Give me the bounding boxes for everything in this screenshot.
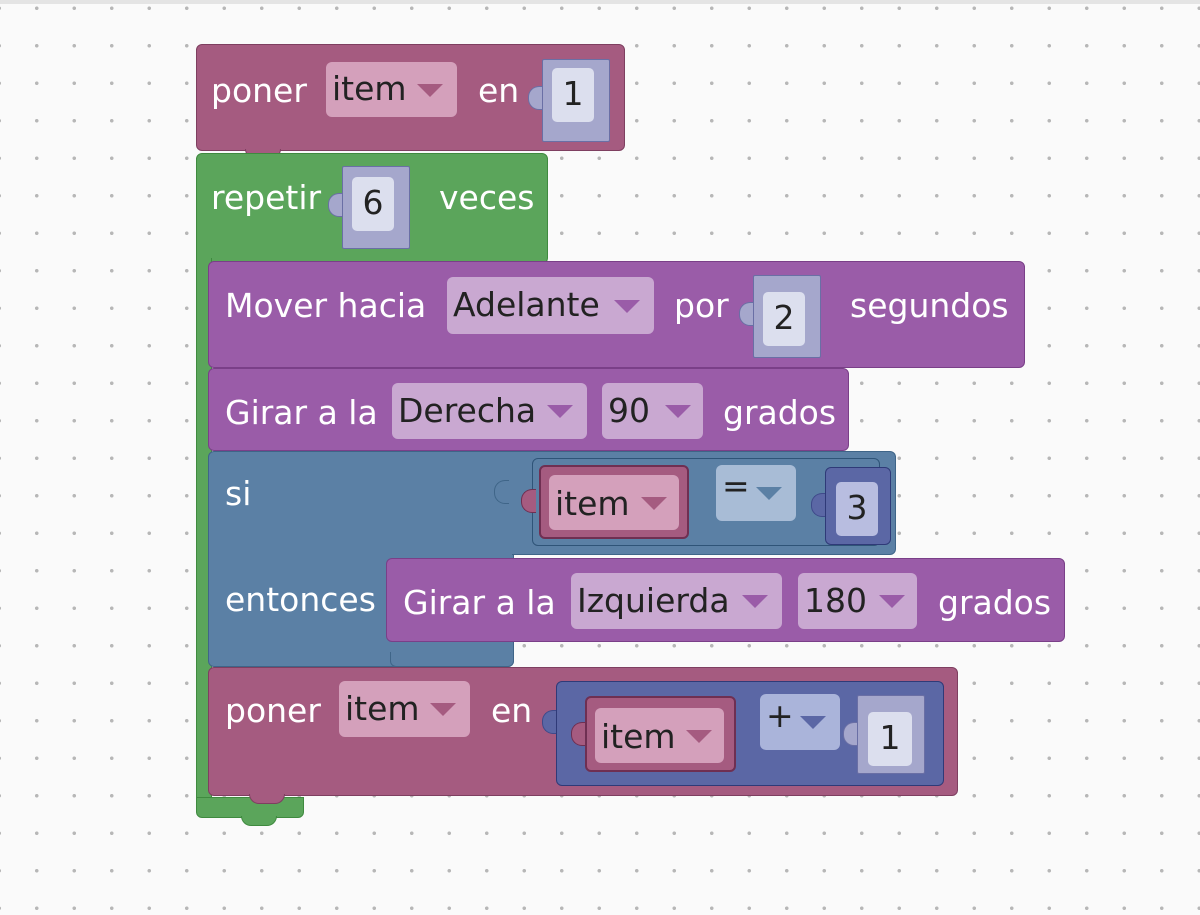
input-connector	[571, 722, 586, 746]
repeat-block-header[interactable]: repetir 6 veces	[196, 153, 548, 264]
variable-name: item	[345, 689, 420, 728]
block-keyword: Girar a la	[403, 583, 556, 622]
variable-get-block[interactable]: item	[539, 465, 689, 539]
block-keyword: veces	[439, 178, 535, 217]
input-connector	[528, 86, 543, 110]
number-socket: 6	[342, 166, 410, 249]
number-field[interactable]: 3	[836, 482, 878, 536]
if-block-lower-lip	[390, 652, 514, 667]
chevron-down-icon	[547, 405, 573, 418]
input-connector	[739, 302, 754, 326]
chevron-down-icon	[800, 716, 826, 729]
input-connector	[542, 710, 557, 734]
turn-block[interactable]: Girar a la Derecha 90 grados	[208, 368, 849, 451]
number-block[interactable]: 3	[825, 467, 891, 545]
block-keyword: si	[225, 474, 252, 513]
number-socket: 1	[857, 695, 925, 774]
repeat-block-footer	[196, 797, 304, 826]
block-keyword: poner	[211, 71, 307, 110]
turn-direction-dropdown[interactable]: Derecha	[392, 383, 587, 439]
block-next-connection	[241, 816, 277, 826]
move-block[interactable]: Mover hacia Adelante por 2 segundos	[208, 261, 1025, 368]
chevron-down-icon	[641, 496, 667, 510]
workspace-top-border	[0, 0, 1200, 4]
variable-dropdown[interactable]: item	[326, 62, 457, 117]
operator-value: =	[722, 466, 750, 505]
direction-dropdown[interactable]: Adelante	[447, 277, 654, 334]
operator-dropdown[interactable]: =	[716, 465, 796, 521]
turn-block-nested[interactable]: Girar a la Izquierda 180 grados	[386, 558, 1065, 642]
set-variable-block[interactable]: poner item en 1	[196, 44, 625, 159]
variable-dropdown[interactable]: item	[339, 681, 470, 737]
number-field[interactable]: 1	[868, 712, 912, 766]
block-keyword: Mover hacia	[225, 286, 427, 325]
degrees-value: 90	[608, 391, 650, 430]
chevron-down-icon	[430, 703, 456, 716]
block-next-connection	[249, 794, 285, 804]
block-keyword: en	[478, 71, 520, 110]
number-field[interactable]: 2	[763, 292, 805, 346]
chevron-down-icon	[879, 595, 905, 608]
block-keyword: en	[491, 691, 533, 730]
number-field[interactable]: 6	[352, 177, 394, 231]
block-keyword: Girar a la	[225, 393, 378, 432]
turn-direction-value: Derecha	[398, 391, 537, 430]
block-keyword: grados	[938, 583, 1052, 622]
variable-name: item	[601, 717, 676, 756]
number-field[interactable]: 1	[552, 68, 594, 122]
degrees-value: 180	[804, 581, 867, 620]
block-keyword: por	[674, 286, 729, 325]
operator-dropdown[interactable]: +	[760, 694, 840, 750]
variable-dropdown[interactable]: item	[549, 475, 679, 530]
input-connector	[811, 493, 826, 517]
variable-name: item	[555, 484, 630, 523]
input-connector	[521, 489, 536, 513]
degrees-dropdown[interactable]: 90	[602, 383, 703, 439]
set-variable-block[interactable]: poner item en item + 1	[208, 667, 958, 804]
variable-get-block[interactable]: item	[585, 696, 736, 772]
number-socket: 2	[753, 275, 821, 358]
operator-value: +	[766, 696, 794, 735]
if-condition-area: item = 3	[494, 451, 896, 555]
chevron-down-icon	[417, 83, 443, 97]
direction-value: Adelante	[453, 285, 600, 324]
block-keyword: poner	[225, 691, 321, 730]
number-socket: 1	[542, 59, 610, 142]
degrees-dropdown[interactable]: 180	[798, 573, 917, 629]
chevron-down-icon	[614, 299, 640, 313]
input-connector	[328, 193, 343, 217]
variable-name: item	[332, 69, 407, 108]
block-keyword: grados	[723, 393, 837, 432]
block-keyword: entonces	[225, 580, 376, 619]
arithmetic-block[interactable]: item + 1	[556, 681, 944, 786]
block-keyword: repetir	[211, 178, 322, 217]
input-connector	[494, 480, 509, 504]
compare-block[interactable]: item = 3	[521, 458, 891, 546]
chevron-down-icon	[756, 487, 782, 500]
chevron-down-icon	[665, 405, 691, 418]
chevron-down-icon	[742, 595, 768, 608]
turn-direction-value: Izquierda	[577, 581, 730, 620]
input-connector	[843, 722, 858, 746]
variable-dropdown[interactable]: item	[595, 708, 724, 763]
turn-direction-dropdown[interactable]: Izquierda	[571, 573, 782, 629]
block-keyword: segundos	[850, 286, 1009, 325]
chevron-down-icon	[686, 729, 712, 743]
